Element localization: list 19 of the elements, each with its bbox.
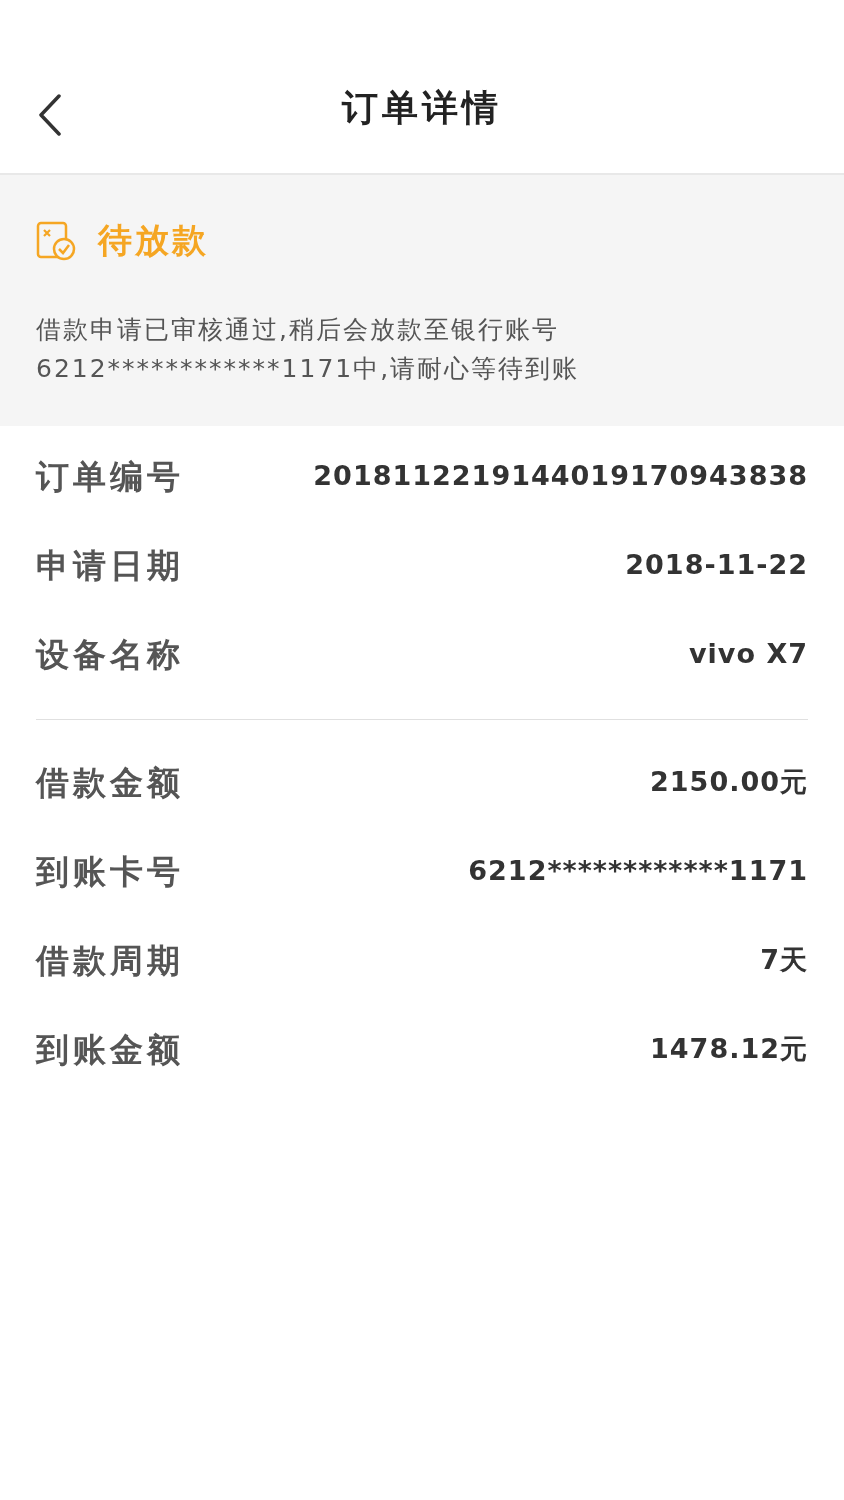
status-label: 待放款 bbox=[98, 219, 209, 262]
field-label: 到账金额 bbox=[36, 1028, 184, 1071]
field-value: 7天 bbox=[760, 943, 808, 978]
field-value: 6212************1171 bbox=[468, 854, 808, 889]
field-value: 2018112219144019170943838 bbox=[313, 459, 808, 494]
field-label: 订单编号 bbox=[36, 455, 184, 498]
field-value: 2150.00元 bbox=[650, 765, 808, 800]
field-value: 1478.12元 bbox=[650, 1032, 808, 1067]
field-value: 2018-11-22 bbox=[625, 548, 808, 583]
page-title: 订单详情 bbox=[342, 87, 502, 128]
status-message: 借款申请已审核通过,稍后会放款至银行账号6212************1171中,请耐心等待到账 bbox=[36, 314, 581, 385]
field-label: 借款金额 bbox=[36, 761, 184, 804]
field-label: 到账卡号 bbox=[36, 850, 184, 893]
field-value: vivo X7 bbox=[689, 637, 808, 672]
field-label: 申请日期 bbox=[36, 544, 184, 587]
back-icon[interactable] bbox=[38, 94, 62, 136]
approved-document-icon bbox=[36, 220, 76, 261]
field-label: 借款周期 bbox=[36, 939, 184, 982]
field-label: 设备名称 bbox=[36, 633, 184, 676]
